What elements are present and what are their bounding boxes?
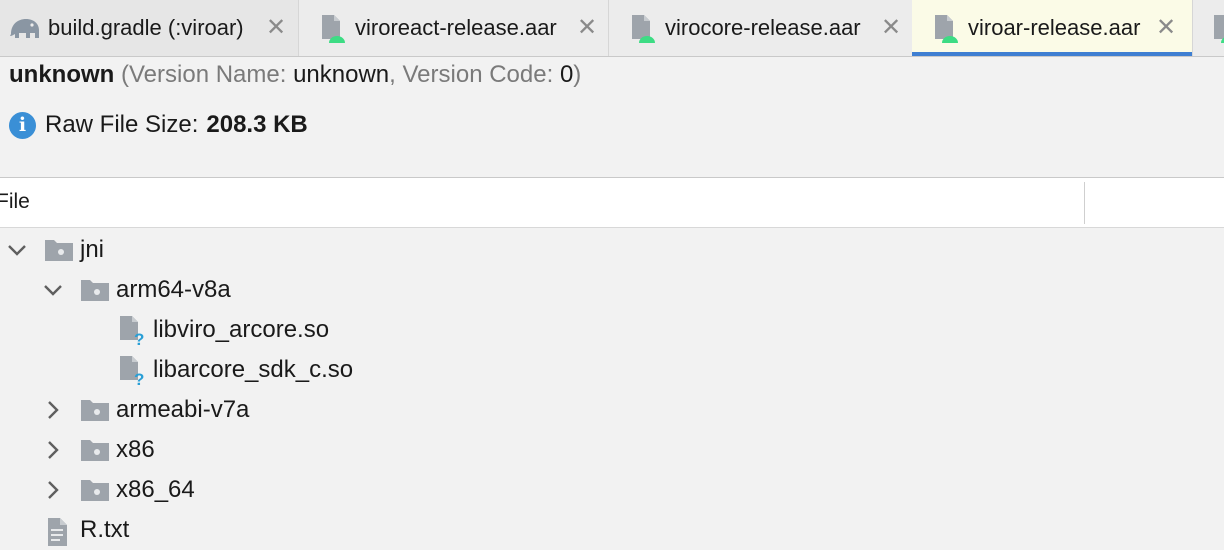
raw-file-size-label: Raw File Size: [45,111,199,138]
raw-file-size-value: 208.3 KB [206,111,308,138]
column-header-file[interactable]: File [0,190,30,214]
column-divider[interactable] [1084,182,1085,224]
close-icon[interactable]: ✕ [881,16,901,40]
chevron-right-icon[interactable] [42,479,64,501]
tree-item-label: arm64-v8a [116,276,231,303]
tab-build-gradle[interactable]: build.gradle (:viroar) ✕ [0,0,298,56]
chevron-right-icon[interactable] [42,439,64,461]
gradle-elephant-icon [10,19,39,38]
folder-icon [81,480,109,501]
tree-item-label: libviro_arcore.so [153,316,330,343]
tree-row-arm64-v8a[interactable]: arm64-v8a [0,270,1224,310]
app-name: unknown [9,61,115,88]
tree-row-x86-64[interactable]: x86_64 [0,470,1224,510]
tree-item-label: jni [80,236,105,263]
folder-icon [81,280,109,301]
chevron-right-icon[interactable] [42,399,64,421]
tree-item-label: R.txt [80,516,130,543]
tree-item-label: x86 [116,436,155,463]
android-archive-icon [632,15,655,43]
folder-icon [81,400,109,421]
editor-tab-bar: build.gradle (:viroar) ✕ viroreact-relea… [0,0,1224,57]
unknown-file-icon: ? [120,356,144,386]
folder-icon [45,240,73,261]
tree-row-libviro-arcore[interactable]: ? libviro_arcore.so [0,310,1224,350]
version-code-label: Version Code: [402,61,560,88]
tab-virocore-release[interactable]: virocore-release.aar ✕ [608,0,912,56]
folder-icon [81,440,109,461]
tree-item-label: libarcore_sdk_c.so [153,356,354,383]
tab-label: build.gradle (:viroar) [48,15,244,40]
android-archive-icon [935,15,958,43]
svg-text:?: ? [134,330,144,346]
close-paren: ) [573,61,582,88]
info-icon: i [9,111,36,139]
svg-text:?: ? [134,370,144,386]
version-code-value: 0 [559,61,574,88]
chevron-down-icon[interactable] [6,239,28,261]
tab-label: viroreact-release.aar [355,15,557,40]
close-icon[interactable]: ✕ [266,16,286,40]
chevron-down-icon[interactable] [42,279,64,301]
tree-row-x86[interactable]: x86 [0,430,1224,470]
tree-row-jni[interactable]: jni [0,230,1224,270]
archive-title-line: unknown (Version Name: unknown, Version … [9,61,581,89]
tree-row-libarcore-sdk-c[interactable]: ? libarcore_sdk_c.so [0,350,1224,390]
tab-viroar-release[interactable]: viroar-release.aar ✕ [912,0,1192,56]
tree-item-label: armeabi-v7a [116,396,250,423]
comma-separator: , [389,61,403,88]
tab-label: viroar-release.aar [968,15,1141,40]
raw-file-size-line: i Raw File Size: 208.3 KB [9,111,308,139]
android-archive-icon [322,15,345,43]
tree-row-r-txt[interactable]: R.txt [0,510,1224,550]
tab-overflow[interactable] [1192,0,1224,56]
tree-item-label: x86_64 [116,476,195,503]
open-paren: ( [121,61,129,88]
tree-row-armeabi-v7a[interactable]: armeabi-v7a [0,390,1224,430]
unknown-file-icon: ? [120,316,144,346]
close-icon[interactable]: ✕ [1156,16,1176,40]
version-name-label: Version Name: [129,61,294,88]
close-icon[interactable]: ✕ [577,16,597,40]
table-header: File [0,177,1224,228]
android-archive-icon [1214,15,1224,43]
text-file-icon [48,518,67,546]
version-name-value: unknown [293,61,390,88]
tab-viroreact-release[interactable]: viroreact-release.aar ✕ [298,0,608,56]
tab-label: virocore-release.aar [665,15,861,40]
